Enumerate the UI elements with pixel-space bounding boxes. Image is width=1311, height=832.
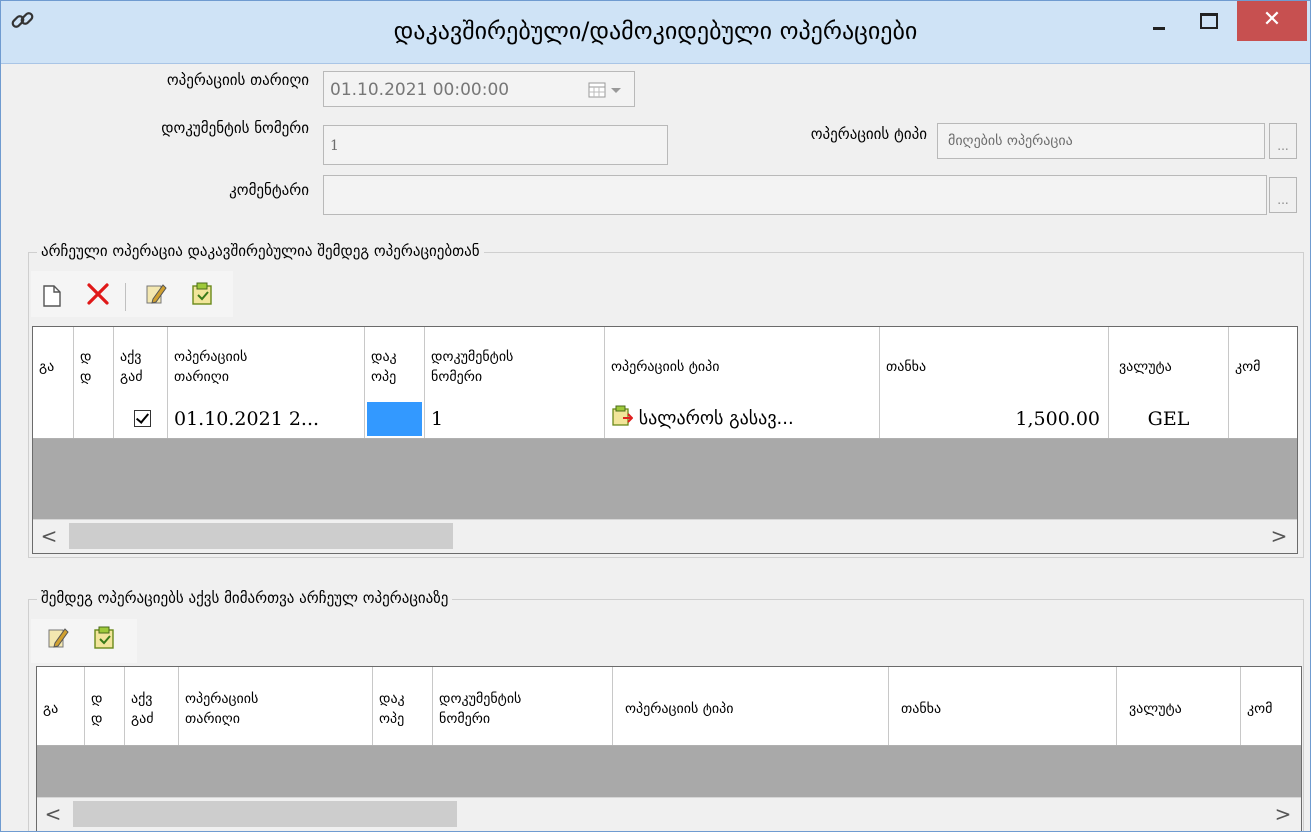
date-label: ოპერაციის თარიღი [166,71,309,89]
open-document-icon[interactable] [189,281,215,307]
cell-currency[interactable]: GEL [1109,400,1229,438]
col-header-comment[interactable]: კომ [1229,327,1297,400]
grid-header: გა დ დ აქვ გაძ ოპერაციის თარიღი დაკ ოპე … [37,667,1301,746]
cell-linked[interactable] [365,400,425,438]
cell-d[interactable] [74,400,114,438]
col-header-amount[interactable]: თანხა [880,327,1109,400]
doc-number-label: დოკუმენტის ნომერი [161,119,309,137]
col-header-linked[interactable]: დაკ ოპე [373,667,433,745]
delete-icon[interactable] [85,281,111,307]
col-header-ga[interactable]: გა [33,327,74,400]
col-header-has-ref[interactable]: აქვ გაძ [125,667,179,745]
col-header-has-ref[interactable]: აქვ გაძ [114,327,168,400]
horizontal-scrollbar[interactable]: < > [33,519,1297,553]
col-header-d[interactable]: დ დ [74,327,114,400]
referencing-operations-grid: გა დ დ აქვ გაძ ოპერაციის თარიღი დაკ ოპე … [36,666,1302,831]
cell-doc-number[interactable]: 1 [425,400,605,438]
scroll-right-arrow[interactable]: > [1265,520,1293,553]
maximize-button[interactable] [1187,1,1231,43]
comment-label: კომენტარი [229,181,309,199]
col-header-currency[interactable]: ვალუტა [1117,667,1241,745]
doc-number-field[interactable]: 1 [323,125,668,165]
col-header-linked[interactable]: დაკ ოპე [365,327,425,400]
op-type-value: მიღების ოპერაცია [948,133,1073,149]
cell-op-type[interactable]: სალაროს გასავ... [605,400,880,438]
col-header-currency[interactable]: ვალუტა [1109,327,1229,400]
col-header-op-type[interactable]: ოპერაციის ტიპი [605,327,880,400]
cell-has-ref[interactable] [114,400,168,438]
window-title: დაკავშირებული/დამოკიდებული ოპერაციები [393,17,918,45]
op-type-text: სალაროს გასავ... [638,408,794,429]
referencing-operations-title: შემდეგ ოპერაციებს აქვს მიმართვა არჩეულ ო… [37,589,453,607]
comment-field[interactable] [323,175,1267,215]
horizontal-scrollbar[interactable]: < > [37,797,1301,831]
grid-header: გა დ დ აქვ გაძ ოპერაციის თარიღი დაკ ოპე … [33,327,1297,401]
minimize-button[interactable] [1141,1,1185,43]
date-field[interactable]: 01.10.2021 00:00:00 [323,71,635,107]
op-type-browse-button[interactable]: ... [1269,123,1297,159]
col-header-doc-number[interactable]: დოკუმენტის ნომერი [425,327,605,400]
doc-number-value: 1 [330,138,339,154]
col-header-op-date[interactable]: ოპერაციის თარიღი [179,667,373,745]
col-header-ga[interactable]: გა [37,667,85,745]
col-header-op-date[interactable]: ოპერაციის თარიღი [168,327,365,400]
close-button[interactable]: ✕ [1237,1,1307,41]
date-value: 01.10.2021 00:00:00 [330,80,510,100]
op-type-label: ოპერაციის ტიპი [810,125,927,143]
cell-comment[interactable] [1229,400,1297,438]
op-type-field[interactable]: მიღების ოპერაცია [937,123,1265,159]
cell-amount[interactable]: 1,500.00 [880,400,1109,438]
dialog-window: დაკავშირებული/დამოკიდებული ოპერაციები ✕ … [0,0,1311,832]
col-header-doc-number[interactable]: დოკუმენტის ნომერი [433,667,613,745]
linked-status-indicator [367,402,422,436]
edit-document-icon[interactable] [45,625,71,651]
col-header-comment[interactable]: კომ [1241,667,1301,745]
linked-operations-grid: გა დ დ აქვ გაძ ოპერაციის თარიღი დაკ ოპე … [32,326,1298,554]
toolbar-separator [125,283,126,311]
col-header-d[interactable]: დ დ [85,667,125,745]
scrollbar-thumb[interactable] [73,801,457,827]
col-header-amount[interactable]: თანხა [889,667,1117,745]
col-header-op-type[interactable]: ოპერაციის ტიპი [613,667,889,745]
open-document-icon[interactable] [91,625,117,651]
scroll-left-arrow[interactable]: < [35,520,63,553]
cell-op-date[interactable]: 01.10.2021 2... [168,400,365,438]
scrollbar-thumb[interactable] [69,523,453,549]
cash-out-document-icon [612,405,634,426]
comment-browse-button[interactable]: ... [1269,177,1297,213]
cell-ga[interactable] [33,400,74,438]
scroll-left-arrow[interactable]: < [39,798,67,831]
edit-document-icon[interactable] [143,281,169,307]
table-row[interactable]: 01.10.2021 2... 1 სალაროს გასავ... 1,500… [33,400,1297,439]
title-bar: დაკავშირებული/დამოკიდებული ოპერაციები ✕ [1,1,1310,64]
linked-operations-title: არჩეული ოპერაცია დაკავშირებულია შემდეგ ო… [37,242,484,260]
new-document-icon[interactable] [39,283,65,309]
calendar-dropdown-icon[interactable] [588,82,624,98]
scroll-right-arrow[interactable]: > [1269,798,1297,831]
row-checkbox[interactable] [134,409,151,427]
